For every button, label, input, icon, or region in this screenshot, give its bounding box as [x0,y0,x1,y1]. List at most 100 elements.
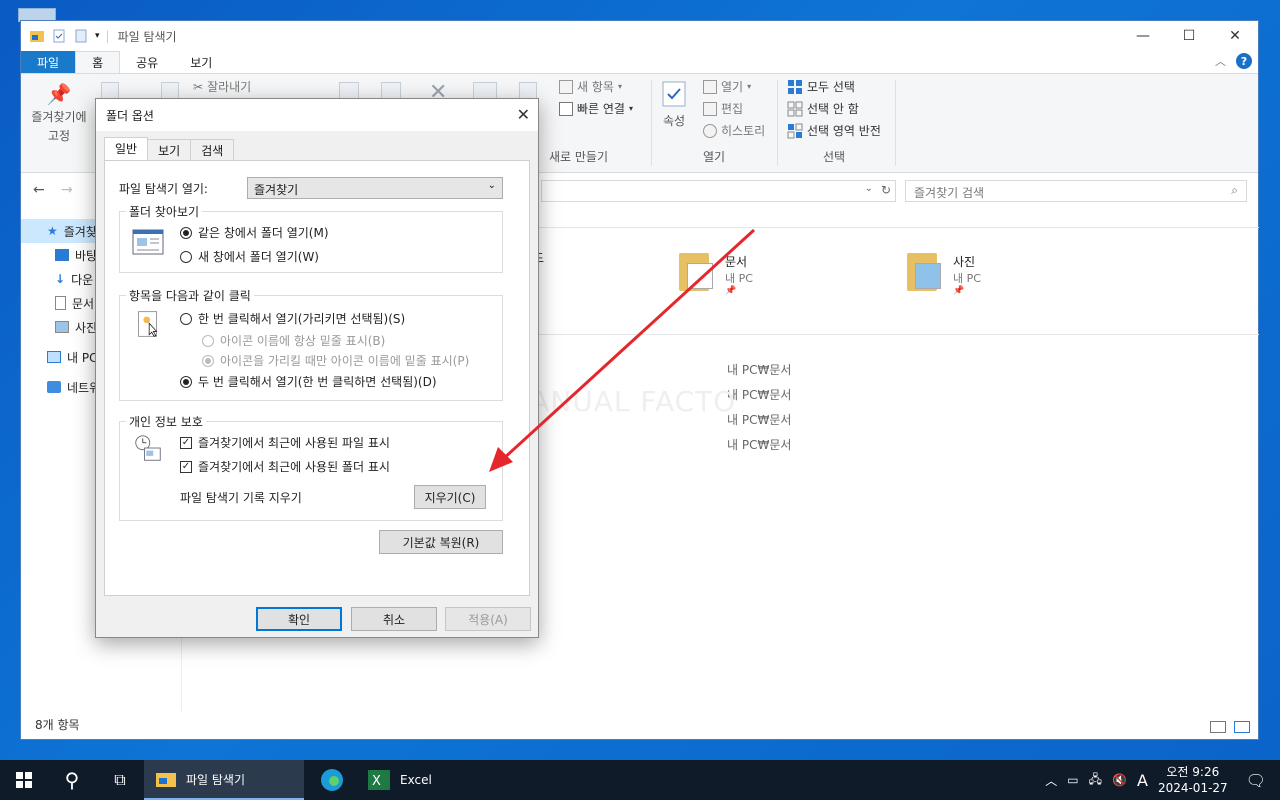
taskbar-app-excel[interactable]: X Excel [356,760,506,800]
radio-new-window[interactable]: 새 창에서 폴더 열기(W) [180,248,319,265]
system-tray: ︿ ▭ 🖧 🔇 A 오전 9:26 2024-01-27 🗨 [1045,760,1280,800]
radio-button[interactable] [180,312,192,325]
show-hidden-icons-icon[interactable]: ︿ [1045,772,1057,789]
radio-double-click[interactable]: 두 번 클릭해서 열기(한 번 클릭하면 선택됨)(D) [180,373,437,390]
minimize-button[interactable]: — [1120,21,1166,51]
checkbox[interactable]: ✓ [180,436,192,449]
start-button[interactable] [0,760,48,800]
search-input[interactable]: 즐겨찾기 검색 ⌕ [905,180,1247,202]
new-item-button[interactable]: 새 항목 ▾ [559,78,622,95]
history-button[interactable]: 히스토리 [703,122,765,139]
radio-button[interactable] [180,226,192,239]
clock[interactable]: 오전 9:26 2024-01-27 [1158,764,1228,796]
invert-selection-icon [787,123,803,138]
tab-general[interactable]: 일반 [104,137,149,161]
tab-view[interactable]: 보기 [174,51,228,73]
select-none-icon [787,101,803,116]
edge-icon[interactable] [308,760,356,800]
pictures-icon [55,321,69,333]
properties-button[interactable]: 속성 [661,80,687,129]
tab-view[interactable]: 보기 [147,139,192,161]
quick-access-toolbar: ▾ | [21,29,110,43]
ime-indicator[interactable]: A [1137,771,1148,790]
browse-folders-group: 폴더 찾아보기 같은 창에서 폴더 열기(M) 새 창에서 폴더 열기(W) [119,203,503,273]
document-icon [55,296,66,310]
dialog-close-icon[interactable]: ✕ [517,105,530,124]
large-icons-view-icon[interactable] [1234,721,1250,733]
clear-history-button[interactable]: 지우기(C) [414,485,486,509]
search-icon[interactable]: ⚲ [48,760,96,800]
new-folder-quick-icon[interactable] [73,29,89,43]
pc-icon [47,351,61,363]
battery-icon[interactable]: ▭ [1067,773,1078,787]
radio-underline-hover[interactable]: 아이콘을 가리킬 때만 아이콘 이름에 밑줄 표시(P) [202,352,469,369]
edit-icon [703,101,717,116]
folder-tile-documents[interactable]: 문서 내 PC 📌 [679,253,753,296]
list-item[interactable]: 내 PC₩문서 [727,386,791,403]
open-button[interactable]: 열기 ▾ [703,78,751,95]
history-icon [703,123,717,138]
network-status-icon[interactable]: 🖧 [1089,770,1102,791]
clear-history-label: 파일 탐색기 기록 지우기 [180,491,302,505]
ok-button[interactable]: 확인 [256,607,342,631]
pin-to-quick-access-button[interactable]: 📌 즐겨찾기에 고정 [29,82,89,144]
dialog-title-bar: 폴더 옵션 ✕ [96,99,538,131]
radio-button[interactable] [202,334,214,347]
folder-tile-pictures[interactable]: 사진 내 PC 📌 [907,253,981,296]
checkbox-recent-folders[interactable]: ✓ 즐겨찾기에서 최근에 사용된 폴더 표시 [180,458,390,475]
svg-text:X: X [372,774,381,789]
properties-quick-icon[interactable] [51,29,67,43]
edit-button[interactable]: 편집 [703,100,743,117]
details-view-icon[interactable] [1210,721,1226,733]
quick-link-button[interactable]: 빠른 연결 ▾ [559,100,633,117]
pin-icon: 📌 [46,82,72,106]
collapse-ribbon-icon[interactable]: ︿ [1215,53,1226,69]
help-icon[interactable]: ? [1236,53,1252,69]
back-arrow-icon[interactable]: ← [33,182,45,198]
network-icon [47,381,61,393]
taskbar-app-explorer[interactable]: 파일 탐색기 [144,760,304,800]
open-explorer-select[interactable]: 즐겨찾기 ⌄ [247,177,503,199]
radio-button[interactable] [180,375,192,388]
volume-muted-icon[interactable]: 🔇 [1112,773,1127,787]
dialog-title: 폴더 옵션 [106,108,154,123]
list-item[interactable]: 내 PC₩문서 [727,436,791,453]
maximize-button[interactable]: ☐ [1166,21,1212,51]
cut-button[interactable]: ✂ 잘라내기 [193,78,251,95]
apply-button[interactable]: 적용(A) [445,607,531,631]
tab-file[interactable]: 파일 [21,51,76,73]
notification-icon[interactable]: 🗨 [1246,771,1266,790]
radio-same-window[interactable]: 같은 창에서 폴더 열기(M) [180,224,329,241]
recent-files-icon [135,435,161,461]
refresh-icon[interactable]: ↻ [881,183,891,197]
cancel-button[interactable]: 취소 [351,607,437,631]
status-bar-count: 8개 항목 [35,718,80,732]
open-group-label: 열기 [703,150,726,164]
excel-icon: X [368,770,390,790]
checkbox-recent-files[interactable]: ✓ 즐겨찾기에서 최근에 사용된 파일 표시 [180,434,390,451]
list-item[interactable]: 내 PC₩문서 [727,361,791,378]
list-item[interactable]: 내 PC₩문서 [727,411,791,428]
select-none-button[interactable]: 선택 안 함 [787,100,859,117]
task-view-icon[interactable]: ⧉ [96,760,144,800]
radio-single-click[interactable]: 한 번 클릭해서 열기(가리키면 선택됨)(S) [180,310,405,327]
documents-folder-icon [679,253,717,291]
checkbox[interactable]: ✓ [180,460,192,473]
ribbon-tabs: 파일 홈 공유 보기 ︿ ? [21,51,1258,73]
forward-arrow-icon[interactable]: → [61,182,73,198]
address-history-icon[interactable]: ⌄ [865,183,873,194]
address-bar[interactable]: ⌄ ↻ [541,180,896,202]
tab-home[interactable]: 홈 [75,51,121,73]
select-all-button[interactable]: 모두 선택 [787,78,855,95]
pictures-folder-icon [907,253,945,291]
close-button[interactable]: ✕ [1212,21,1258,51]
customize-quick-access-icon[interactable]: ▾ [95,31,100,41]
tab-share[interactable]: 공유 [120,51,174,73]
tab-search[interactable]: 검색 [190,139,235,161]
select-group-label: 선택 [823,150,846,164]
invert-selection-button[interactable]: 선택 영역 반전 [787,122,881,139]
radio-button[interactable] [180,250,192,263]
radio-button[interactable] [202,354,214,367]
restore-defaults-button[interactable]: 기본값 복원(R) [379,530,503,554]
radio-underline-always[interactable]: 아이콘 이름에 항상 밑줄 표시(B) [202,332,385,349]
